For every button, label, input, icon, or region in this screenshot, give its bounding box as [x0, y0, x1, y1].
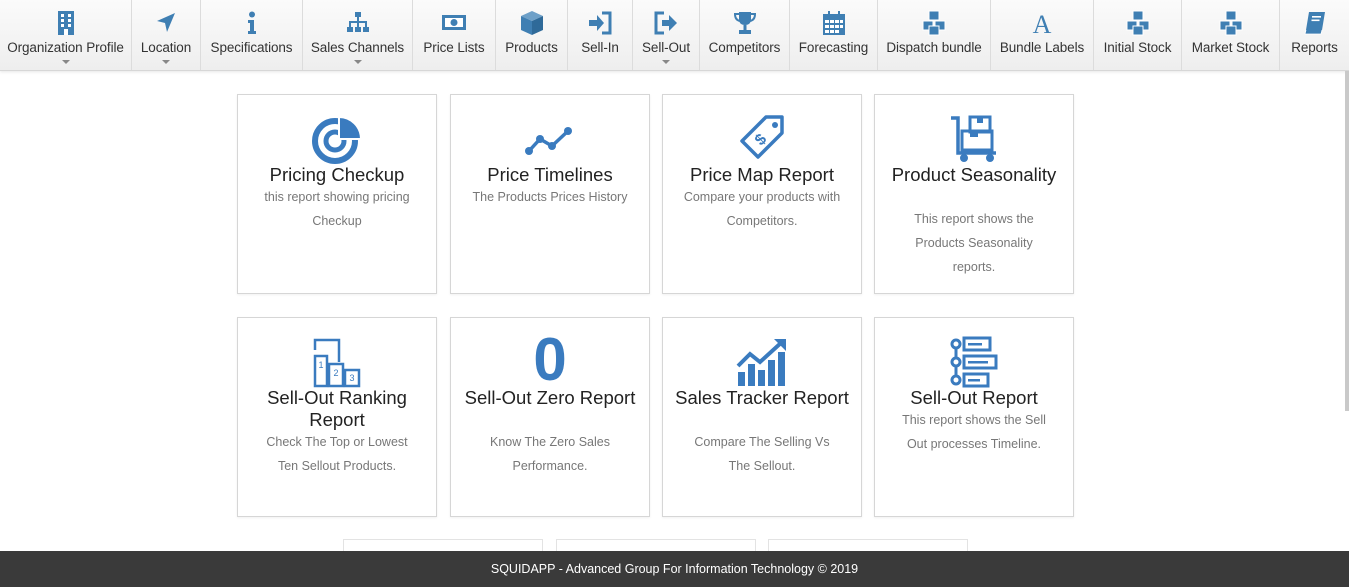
timeline-icon	[875, 336, 1073, 388]
cubes-icon	[1126, 10, 1150, 36]
report-card-sell-out[interactable]: Sell-Out Report This report shows the Se…	[874, 317, 1074, 517]
card-title: Sell-Out Report	[910, 387, 1038, 408]
nav-initial-stock[interactable]: Initial Stock	[1094, 0, 1182, 70]
nav-label: Sell-Out	[642, 40, 690, 55]
nav-dispatch-bundle[interactable]: Dispatch bundle	[878, 0, 991, 70]
card-description: Check The Top or Lowest Ten Sellout Prod…	[266, 435, 408, 473]
card-description: this report showing pricing Checkup	[264, 190, 410, 228]
nav-specifications[interactable]: Specifications	[201, 0, 303, 70]
report-card-price-timelines[interactable]: Price Timelines The Products Prices Hist…	[450, 94, 650, 294]
report-card-sales-tracker[interactable]: Sales Tracker Report Compare The Selling…	[662, 317, 862, 517]
money-bill-icon	[442, 10, 466, 36]
nav-label: Products	[505, 40, 558, 55]
sign-out-icon	[654, 10, 678, 36]
cube-icon	[520, 10, 544, 36]
nav-label: Competitors	[708, 40, 781, 55]
sitemap-icon	[346, 10, 370, 36]
chevron-down-icon	[61, 60, 70, 64]
calendar-icon	[822, 10, 846, 36]
nav-label: Sell-In	[581, 40, 619, 55]
nav-location[interactable]: Location	[132, 0, 201, 70]
font-icon: A	[1030, 10, 1054, 36]
nav-label: Forecasting	[798, 40, 869, 55]
nav-market-stock[interactable]: Market Stock	[1182, 0, 1280, 70]
location-arrow-icon	[154, 10, 178, 36]
svg-text:1: 1	[318, 360, 323, 370]
book-icon	[1303, 10, 1327, 36]
nav-products[interactable]: Products	[496, 0, 568, 70]
top-navigation: Organization Profile Location Specificat…	[0, 0, 1349, 71]
card-description: This report shows the Sell Out processes…	[902, 413, 1046, 451]
footer-copyright: SQUIDAPP - Advanced Group For Informatio…	[490, 562, 859, 576]
nav-forecasting[interactable]: Forecasting	[790, 0, 878, 70]
card-description: Compare your products with Competitors.	[683, 190, 841, 228]
nav-label: Dispatch bundle	[886, 40, 982, 55]
nav-label: Organization Profile	[7, 40, 124, 55]
nav-label: Specifications	[210, 40, 293, 55]
nav-sell-out[interactable]: Sell-Out	[633, 0, 700, 70]
report-card-sell-out-zero[interactable]: 0 Sell-Out Zero Report Know The Zero Sal…	[450, 317, 650, 517]
svg-text:2: 2	[333, 368, 338, 378]
nav-reports[interactable]: Reports	[1280, 0, 1349, 70]
card-title: Product Seasonality	[891, 164, 1057, 185]
card-description: Know The Zero Sales Performance.	[490, 435, 610, 473]
card-title: Sales Tracker Report	[675, 387, 849, 408]
nav-organization-profile[interactable]: Organization Profile	[0, 0, 132, 70]
report-card-pricing-checkup[interactable]: Pricing Checkup this report showing pric…	[237, 94, 437, 294]
nav-label: Initial Stock	[1103, 40, 1172, 55]
card-description: This report shows the Products Seasonali…	[914, 212, 1034, 274]
nav-bundle-labels[interactable]: A Bundle Labels	[991, 0, 1094, 70]
card-title: Pricing Checkup	[269, 164, 405, 185]
zero-icon: 0	[451, 330, 649, 390]
nav-label: Reports	[1291, 40, 1338, 55]
cubes-icon	[922, 10, 946, 36]
card-description: The Products Prices History	[472, 190, 628, 204]
nav-price-lists[interactable]: Price Lists	[413, 0, 496, 70]
dolly-cart-icon	[875, 113, 1073, 165]
card-title: Sell-Out Ranking Report	[267, 387, 407, 430]
nav-competitors[interactable]: Competitors	[700, 0, 790, 70]
report-card-price-map[interactable]: $ Price Map Report Compare your products…	[662, 94, 862, 294]
line-chart-icon	[451, 113, 649, 165]
report-card-product-seasonality[interactable]: Product Seasonality This report shows th…	[874, 94, 1074, 294]
card-description: Compare The Selling Vs The Sellout.	[694, 435, 830, 473]
nav-label: Bundle Labels	[999, 40, 1085, 55]
ranking-podium-icon: 12 3	[238, 336, 436, 388]
nav-label: Sales Channels	[310, 40, 405, 55]
svg-text:A: A	[1033, 10, 1052, 36]
footer: SQUIDAPP - Advanced Group For Informatio…	[0, 551, 1349, 587]
nav-label: Market Stock	[1191, 40, 1270, 55]
sign-in-icon	[588, 10, 612, 36]
building-icon	[54, 10, 78, 36]
card-title: Sell-Out Zero Report	[464, 387, 636, 408]
cubes-icon	[1219, 10, 1243, 36]
nav-sales-channels[interactable]: Sales Channels	[303, 0, 413, 70]
chevron-down-icon	[353, 60, 362, 64]
nav-label: Price Lists	[423, 40, 485, 55]
pie-chart-icon	[238, 113, 436, 165]
trending-chart-icon	[663, 336, 861, 388]
nav-sell-in[interactable]: Sell-In	[568, 0, 633, 70]
trophy-icon	[733, 10, 757, 36]
price-tag-icon: $	[663, 113, 861, 165]
card-title: Price Timelines	[487, 164, 613, 185]
nav-label: Location	[140, 40, 192, 55]
vertical-scrollbar[interactable]	[1345, 71, 1349, 411]
svg-text:3: 3	[349, 373, 354, 383]
chevron-down-icon	[162, 60, 170, 64]
info-icon	[240, 10, 264, 36]
report-card-sell-out-ranking[interactable]: 12 3 Sell-Out Ranking Report Check The To…	[237, 317, 437, 517]
zero-glyph: 0	[533, 326, 567, 393]
card-title: Price Map Report	[690, 164, 834, 185]
chevron-down-icon	[662, 60, 670, 64]
